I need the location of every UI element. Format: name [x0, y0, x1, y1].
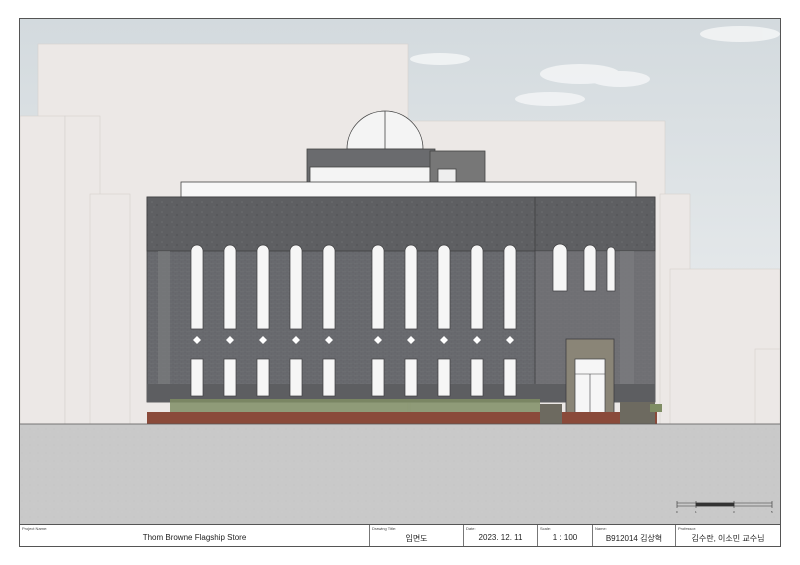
elevation-drawing: 0 1 3 5 [20, 19, 780, 524]
project-name: Thom Browne Flagship Store [142, 533, 247, 542]
title-block: Project Name: Thom Browne Flagship Store… [20, 524, 780, 546]
name-label: Name: [595, 526, 607, 531]
tb-drawing-title: Drawing Title: 입면도 [370, 525, 464, 546]
tb-project: Project Name: Thom Browne Flagship Store [20, 525, 370, 546]
drawing-sheet: 0 1 3 5 Project Name: Thom Browne Flagsh… [19, 18, 781, 547]
professor-label: Professor: [678, 526, 697, 531]
student-name: B912014 김상혁 [605, 534, 663, 543]
tb-professor: Professor: 김수란, 이소민 교수님 [676, 525, 780, 546]
professor: 김수란, 이소민 교수님 [691, 534, 765, 543]
ground [20, 424, 780, 524]
scale-label: Scale: [540, 526, 552, 531]
drawing-title-label: Drawing Title: [372, 526, 397, 531]
project-label: Project Name: [22, 526, 48, 531]
date-label: Date: [466, 526, 476, 531]
entrance-door [565, 338, 615, 425]
tb-date: Date: 2023. 12. 11 [464, 525, 538, 546]
scale: 1 : 100 [552, 533, 578, 542]
tb-scale: Scale: 1 : 100 [538, 525, 593, 546]
drawing-title: 입면도 [405, 534, 428, 543]
tb-name: Name: B912014 김상혁 [593, 525, 676, 546]
date: 2023. 12. 11 [478, 533, 523, 542]
